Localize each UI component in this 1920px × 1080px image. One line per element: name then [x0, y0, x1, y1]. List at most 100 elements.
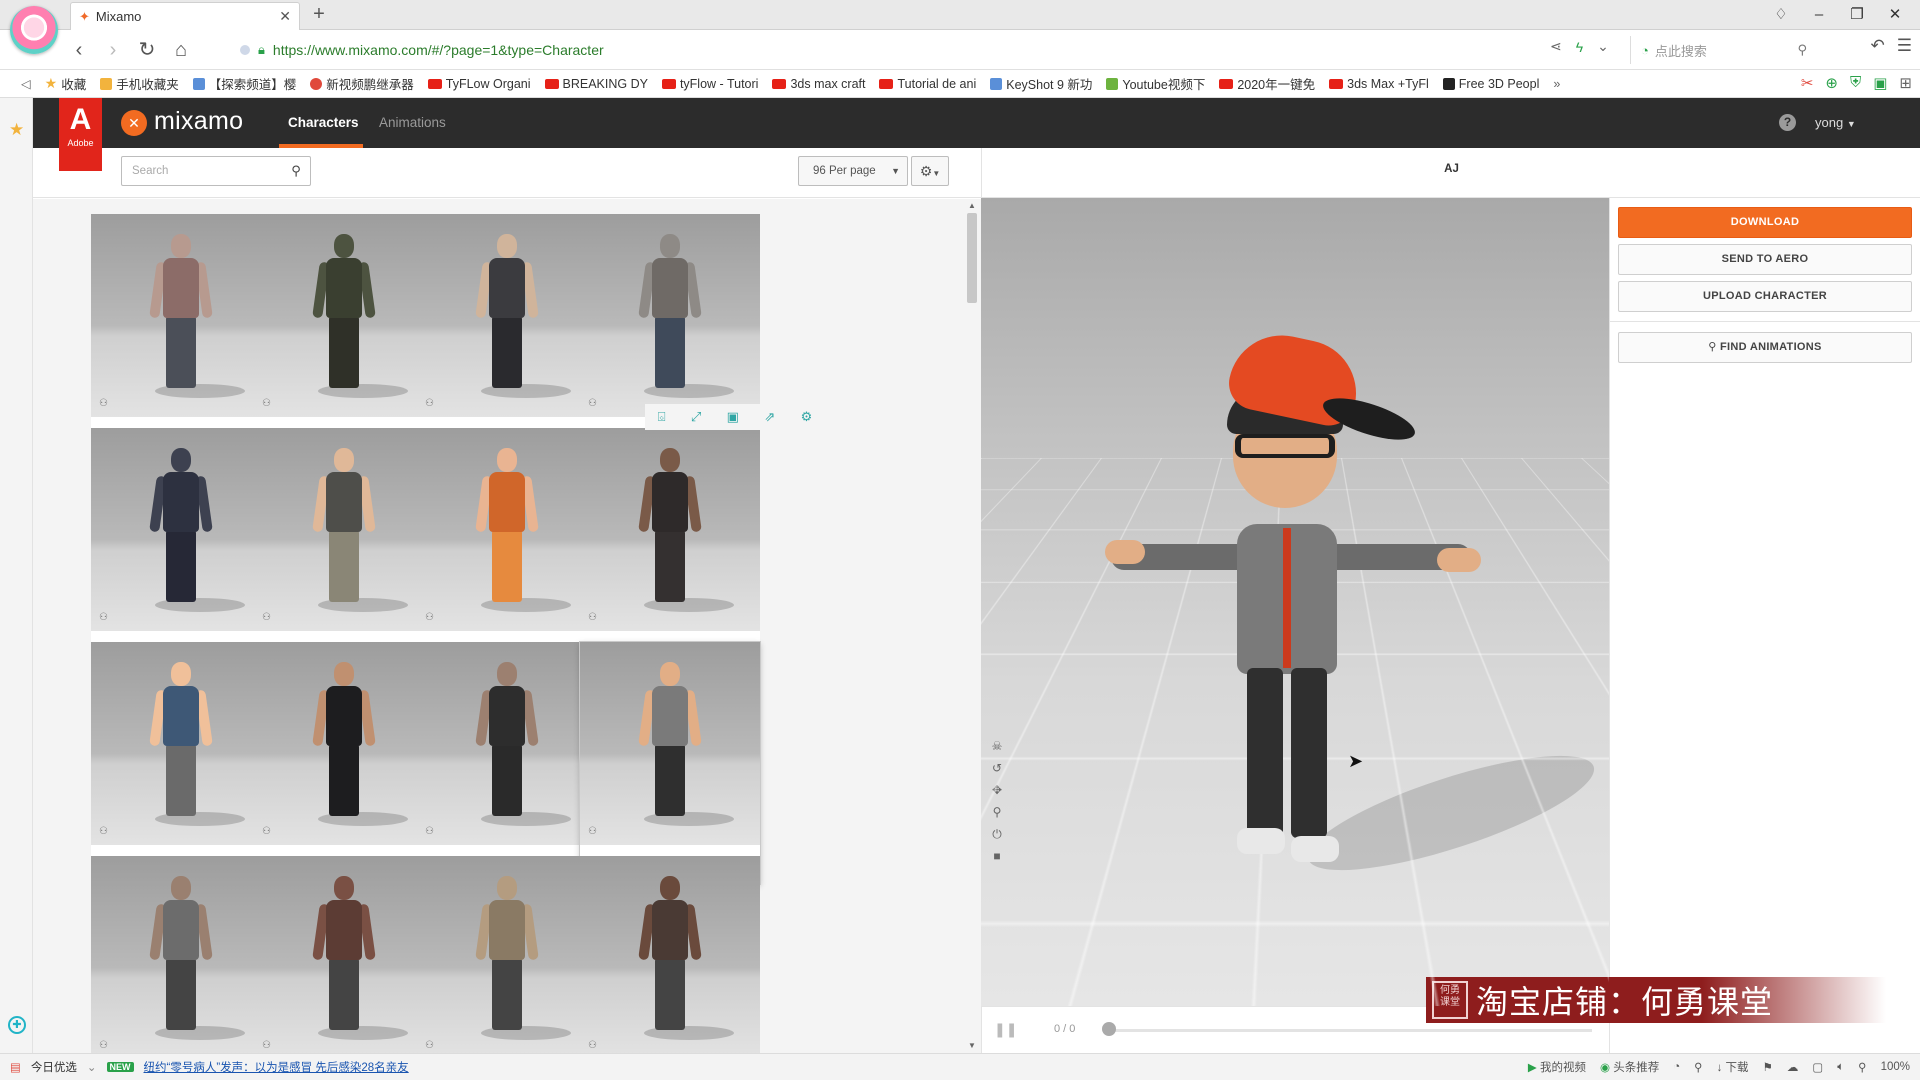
character-thumbnail[interactable]: ⚇ — [580, 214, 760, 417]
pan-icon[interactable]: ✥ — [989, 782, 1005, 798]
pause-icon[interactable]: ❚❚ — [994, 1021, 1017, 1038]
bookmark-item[interactable]: Youtube视频下 — [1099, 74, 1212, 93]
character-thumbnail[interactable]: ⚇ — [91, 428, 271, 631]
share-icon[interactable]: ⋖ — [1550, 38, 1562, 55]
character-card[interactable]: ⚇Copzombie L Actisdato — [417, 642, 597, 884]
character-card[interactable]: ⚇ — [417, 856, 597, 1053]
bookmark-icon[interactable]: ⌺ — [658, 409, 666, 425]
lightning-icon[interactable]: ϟ — [1576, 39, 1583, 55]
character-thumbnail[interactable]: ⚇ — [580, 642, 760, 845]
character-card[interactable]: ⚇ — [254, 856, 434, 1053]
close-tab-icon[interactable]: ✕ — [279, 8, 291, 25]
favorites-star-icon[interactable]: ★ — [9, 120, 24, 140]
3d-viewport[interactable]: ☠ ↺ ✥ ⚲ ⏻ ■ — [981, 198, 1609, 1006]
gear-icon[interactable]: ⚙ — [801, 409, 813, 425]
volume-icon[interactable]: 🔈︎ — [1837, 1061, 1844, 1074]
tab-animations[interactable]: Animations — [379, 98, 446, 148]
zoom-level[interactable]: 100% — [1881, 1061, 1910, 1073]
browser-search-field[interactable]: ◔ 点此搜索 ⚲ — [1630, 36, 1815, 64]
character-card[interactable]: ⚇Warrok W Kurniawan — [254, 214, 434, 456]
per-page-select[interactable]: 96 Per page ▼ — [798, 156, 908, 186]
find-animations-button[interactable]: ⚲ FIND ANIMATIONS — [1618, 332, 1912, 363]
today-picks-link[interactable]: 今日优选 — [31, 1059, 77, 1075]
news-ticker-link[interactable]: 纽约“零号病人”发声：以为是感冒 先后感染28名亲友 — [144, 1059, 409, 1075]
character-model-aj[interactable] — [1105, 325, 1481, 888]
character-card[interactable]: ⚇ — [91, 856, 271, 1053]
my-videos-button[interactable]: ▶ 我的视频 — [1528, 1059, 1586, 1075]
zoom-icon[interactable]: ⚲ — [989, 804, 1005, 820]
search-icon[interactable]: ⚲ — [1797, 42, 1807, 58]
bookmark-item[interactable]: 手机收藏夹 — [93, 74, 186, 93]
character-card[interactable]: ⚇Pirate By P. Konstantinov — [417, 214, 597, 456]
menu-icon[interactable]: ☰ — [1897, 36, 1912, 56]
speed-icon[interactable]: ◔ — [1673, 1061, 1680, 1073]
rotate-icon[interactable]: ↺ — [989, 760, 1005, 776]
shield-icon[interactable]: ⛨ — [1850, 74, 1861, 92]
site-info-icon[interactable] — [240, 45, 250, 55]
user-menu[interactable]: yong ▼ — [1815, 98, 1856, 148]
character-thumbnail[interactable]: ⚇ — [91, 642, 271, 845]
character-card[interactable]: ⚇ — [580, 856, 760, 1053]
character-card[interactable]: ⚇Akai E Espiritu — [580, 428, 760, 670]
mixamo-logo-icon[interactable]: ✕ — [121, 110, 147, 136]
pin-icon[interactable]: ⚲ — [1694, 1060, 1702, 1074]
send-to-aero-button[interactable]: SEND TO AERO — [1618, 244, 1912, 275]
character-card[interactable]: ⚇Aj — [580, 642, 760, 884]
timeline-track[interactable] — [1106, 1029, 1592, 1032]
camera-icon[interactable]: ■ — [989, 848, 1005, 864]
zoom-icon[interactable]: ⚲ — [1858, 1060, 1866, 1074]
search-input[interactable] — [122, 157, 282, 185]
chevron-down-icon[interactable]: ⌄ — [87, 1060, 97, 1074]
url-text[interactable]: https://www.mixamo.com/#/?page=1&type=Ch… — [273, 42, 604, 58]
character-card[interactable]: ⚇Jasper — [91, 642, 271, 884]
headlines-button[interactable]: ◉ 头条推荐 — [1600, 1059, 1659, 1075]
character-thumbnail[interactable]: ⚇ — [417, 214, 597, 417]
expand-icon[interactable]: ⤢ — [691, 409, 701, 425]
character-thumbnail[interactable]: ⚇ — [417, 428, 597, 631]
character-thumbnail[interactable]: ⚇ — [580, 856, 760, 1053]
more-bookmarks-button[interactable]: » — [1546, 77, 1567, 91]
forward-button[interactable]: › — [96, 33, 130, 67]
bookmark-item[interactable]: KeyShot 9 新功 — [983, 74, 1099, 93]
scrollbar[interactable]: ▲ ▼ — [965, 199, 979, 1053]
character-card[interactable]: ⚇Parasite L Starkie — [91, 214, 271, 456]
window-icon[interactable]: ▢ — [1812, 1060, 1823, 1074]
character-card[interactable]: ⚇Maw J Laygo — [91, 428, 271, 670]
character-thumbnail[interactable]: ⚇ — [91, 856, 271, 1053]
scissors-icon[interactable]: ✂ — [1801, 74, 1814, 92]
character-thumbnail[interactable]: ⚇ — [254, 214, 434, 417]
apps-icon[interactable]: ⊞ — [1899, 74, 1912, 92]
character-thumbnail[interactable]: ⚇ — [254, 856, 434, 1053]
character-card[interactable]: ⚇Lola B Styperek — [417, 428, 597, 670]
sidebar-toggle-icon[interactable]: ◁ — [14, 76, 38, 91]
download-status-button[interactable]: ↓ 下载 — [1717, 1059, 1749, 1075]
scroll-down-icon[interactable]: ▼ — [968, 1041, 976, 1050]
new-tab-button[interactable]: + — [308, 2, 330, 28]
search-engine-icon[interactable]: ◔ — [1641, 43, 1649, 58]
cloud-icon[interactable]: ☁ — [1787, 1060, 1799, 1074]
save-icon[interactable]: ▣ — [727, 409, 739, 425]
restore-button[interactable]: ❐ — [1838, 0, 1876, 30]
search-icon[interactable]: ⚲ — [282, 157, 310, 185]
scroll-thumb[interactable] — [967, 213, 977, 303]
translate-icon[interactable]: ⊕ — [1825, 74, 1838, 92]
character-thumbnail[interactable]: ⚇ — [417, 856, 597, 1053]
mixamo-wordmark[interactable]: mixamo — [154, 107, 243, 136]
character-card[interactable]: ⚇Remy — [254, 428, 434, 670]
bookmark-item[interactable]: tyFlow - Tutori — [655, 77, 766, 91]
bookmark-item[interactable]: 3ds max craft — [765, 77, 872, 91]
undo-icon[interactable]: ↶ — [1871, 36, 1885, 56]
help-icon[interactable]: ? — [1779, 114, 1796, 131]
home-button[interactable]: ⌂ — [164, 33, 198, 67]
character-thumbnail[interactable]: ⚇ — [254, 428, 434, 631]
tab-mixamo[interactable]: ✦ Mixamo ✕ — [70, 2, 300, 30]
skeleton-icon[interactable]: ☠ — [989, 738, 1005, 754]
tab-characters[interactable]: Characters — [286, 98, 361, 148]
character-thumbnail[interactable]: ⚇ — [580, 428, 760, 631]
scroll-up-icon[interactable]: ▲ — [968, 201, 976, 210]
close-window-button[interactable]: ✕ — [1876, 0, 1914, 30]
character-card[interactable]: ⚇Passive Marker Man — [254, 642, 434, 884]
assistant-icon[interactable]: ✚ — [8, 1016, 26, 1034]
bookmark-item[interactable]: Tutorial de ani — [872, 77, 983, 91]
character-thumbnail[interactable]: ⚇ — [254, 642, 434, 845]
